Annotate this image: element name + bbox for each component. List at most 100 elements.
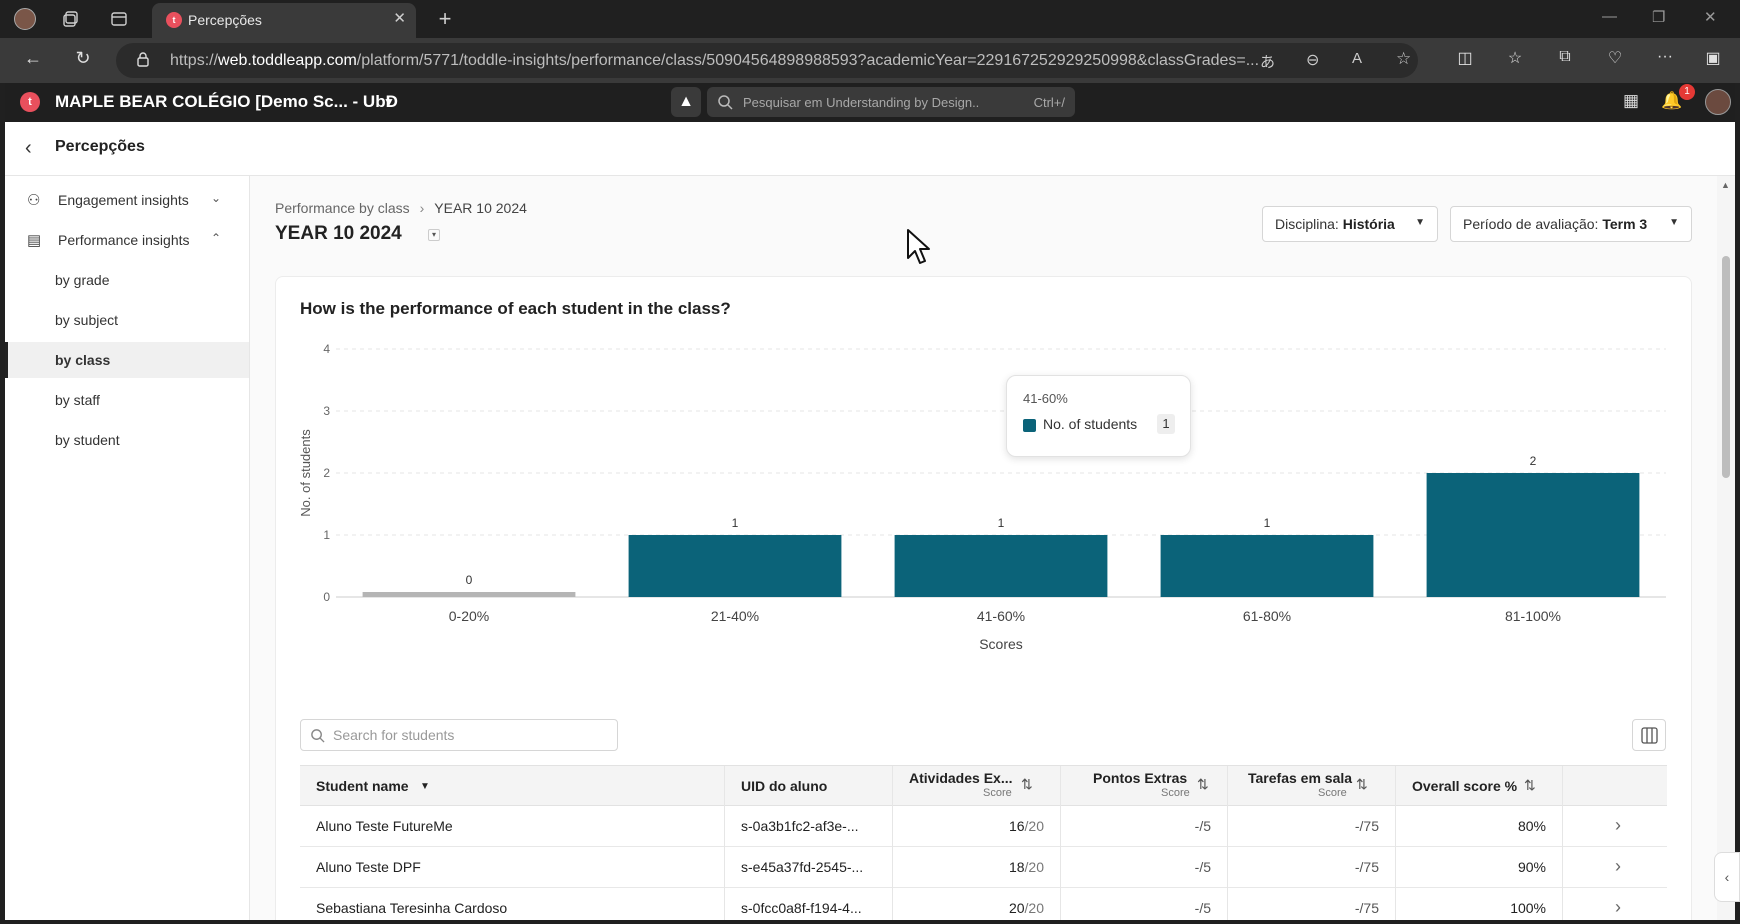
translate-icon[interactable]: あ bbox=[1260, 51, 1275, 72]
header-overall-score[interactable]: Overall score % ⇅ bbox=[1396, 766, 1563, 807]
table-row[interactable]: Sebastiana Teresinha Cardoso s-0fcc0a8f-… bbox=[300, 888, 1667, 920]
sort-icon[interactable]: ⇅ bbox=[1524, 777, 1536, 794]
collections-icon[interactable]: ⧉ bbox=[1552, 48, 1578, 66]
collapse-panel-button[interactable]: ‹ bbox=[1714, 852, 1740, 902]
chevron-right-icon[interactable]: › bbox=[1615, 856, 1621, 877]
header-label: Pontos Extras bbox=[1093, 770, 1188, 786]
cell-action[interactable]: › bbox=[1563, 847, 1667, 888]
header-label: Atividades Ex... bbox=[909, 770, 1013, 786]
sidebar-item-by-student[interactable]: by student bbox=[5, 422, 249, 458]
browser-window: t Percepções ✕ + — ❐ ✕ ← ↻ https://web.t… bbox=[0, 0, 1740, 924]
table-row[interactable]: Aluno Teste DPF s-e45a37fd-2545-... 18/2… bbox=[300, 847, 1667, 888]
cell-pontos-extras: -/5 bbox=[1061, 888, 1228, 920]
restore-icon[interactable]: ❐ bbox=[1652, 8, 1665, 26]
scroll-up-arrow-icon[interactable]: ▲ bbox=[1721, 180, 1730, 190]
student-uid: s-0a3b1fc2-af3e-... bbox=[741, 818, 859, 834]
browser-tab-active[interactable]: t Percepções ✕ bbox=[152, 3, 416, 38]
sidebar-group-performance[interactable]: ▤ Performance insights ⌃ bbox=[5, 222, 249, 258]
address-bar[interactable]: https://web.toddleapp.com/platform/5771/… bbox=[116, 43, 1418, 78]
class-title: YEAR 10 2024 bbox=[275, 223, 402, 244]
school-switcher[interactable]: MAPLE BEAR COLÉGIO [Demo Sc... - UbD bbox=[55, 92, 398, 112]
close-window-icon[interactable]: ✕ bbox=[1704, 8, 1717, 26]
header-student-name[interactable]: Student name ▼ bbox=[300, 766, 725, 807]
split-screen-icon[interactable]: ◫ bbox=[1452, 48, 1478, 68]
app-search-input[interactable]: Pesquisar em Understanding by Design.. C… bbox=[707, 87, 1075, 117]
sidebar-toggle-icon[interactable]: ▣ bbox=[1700, 48, 1726, 68]
scrollbar-thumb[interactable] bbox=[1722, 256, 1730, 478]
search-icon bbox=[311, 729, 325, 743]
sort-icon[interactable]: ⇅ bbox=[1021, 776, 1033, 793]
y-tick-label: 1 bbox=[323, 528, 330, 542]
page-scrollbar[interactable]: ▲ bbox=[1717, 176, 1735, 920]
header-atividades[interactable]: Atividades Ex... Score ⇅ bbox=[893, 766, 1061, 807]
caret-down-icon: ▼ bbox=[420, 781, 430, 792]
student-search-input[interactable]: Search for students bbox=[300, 719, 618, 751]
score-value: 18 bbox=[1008, 859, 1025, 875]
chevron-down-icon[interactable]: ▼ bbox=[383, 95, 395, 109]
breadcrumb-parent-link[interactable]: Performance by class bbox=[275, 200, 410, 216]
cell-student-name: Aluno Teste DPF bbox=[300, 847, 725, 888]
back-icon[interactable]: ← bbox=[20, 48, 46, 69]
period-filter-label: Período de avaliação: bbox=[1463, 216, 1599, 232]
header-label: Student name bbox=[316, 778, 409, 794]
cell-student-name: Aluno Teste FutureMe bbox=[300, 806, 725, 847]
score-max: /20 bbox=[1024, 859, 1044, 875]
zoom-out-icon[interactable]: ⊖ bbox=[1306, 50, 1319, 70]
profile-avatar-icon[interactable] bbox=[12, 6, 38, 32]
cell-action[interactable]: › bbox=[1563, 888, 1667, 920]
calendar-icon[interactable]: ▦ bbox=[1623, 91, 1639, 111]
sort-icon[interactable]: ⇅ bbox=[1197, 776, 1209, 793]
more-icon[interactable]: ··· bbox=[1652, 48, 1678, 66]
read-aloud-icon[interactable]: A bbox=[1352, 50, 1362, 67]
class-menu-icon[interactable]: ▾ bbox=[428, 229, 440, 241]
tooltip-header: 41-60% bbox=[1023, 391, 1068, 406]
overall-value: 100% bbox=[1510, 900, 1546, 916]
sidebar-item-by-subject[interactable]: by subject bbox=[5, 302, 249, 338]
y-axis-label: No. of students bbox=[298, 429, 313, 517]
cell-overall: 80% bbox=[1396, 806, 1563, 847]
student-name: Sebastiana Teresinha Cardoso bbox=[316, 900, 508, 916]
sidebar-group-engagement[interactable]: ⚇ Engagement insights ⌄ bbox=[5, 182, 249, 218]
sidebar-item-by-staff[interactable]: by staff bbox=[5, 382, 249, 418]
lock-icon[interactable] bbox=[136, 51, 150, 67]
new-tab-icon[interactable]: + bbox=[432, 6, 458, 32]
sidebar-item-label: by grade bbox=[55, 272, 110, 288]
header-label: Tarefas em sala bbox=[1248, 770, 1353, 786]
sidebar-item-by-class[interactable]: by class bbox=[5, 342, 249, 378]
url-text[interactable]: https://web.toddleapp.com/platform/5771/… bbox=[170, 52, 1370, 70]
favorite-star-icon[interactable]: ☆ bbox=[1396, 49, 1411, 69]
toddle-favicon-icon: t bbox=[166, 12, 182, 28]
workspaces-icon[interactable] bbox=[58, 6, 84, 32]
period-filter-dropdown[interactable]: Período de avaliação: Term 3 ▼ bbox=[1450, 206, 1692, 242]
favorites-icon[interactable]: ☆ bbox=[1502, 48, 1528, 68]
tab-actions-icon[interactable] bbox=[106, 6, 132, 32]
back-arrow-icon[interactable]: ‹ bbox=[25, 137, 32, 160]
period-filter-value: Term 3 bbox=[1602, 216, 1648, 232]
chevron-right-icon[interactable]: › bbox=[1615, 897, 1621, 918]
header-pontos-extras[interactable]: Pontos Extras Score ⇅ bbox=[1061, 766, 1228, 807]
header-tarefas-em-sala[interactable]: Tarefas em sala Score ⇅ bbox=[1228, 766, 1396, 807]
columns-toggle-button[interactable] bbox=[1632, 719, 1666, 751]
bar-value-label: 0 bbox=[466, 573, 473, 587]
cell-action[interactable]: › bbox=[1563, 806, 1667, 847]
tooltip-swatch bbox=[1023, 419, 1036, 432]
rocket-icon[interactable]: ▲ bbox=[671, 87, 701, 117]
table-row[interactable]: Aluno Teste FutureMe s-0a3b1fc2-af3e-...… bbox=[300, 806, 1667, 847]
minimize-icon[interactable]: — bbox=[1602, 8, 1617, 25]
browser-essentials-icon[interactable]: ♡ bbox=[1602, 48, 1628, 68]
search-icon bbox=[718, 95, 733, 110]
close-tab-icon[interactable]: ✕ bbox=[393, 9, 406, 27]
score-value: -/75 bbox=[1354, 900, 1379, 916]
score-max: /20 bbox=[1024, 900, 1044, 916]
toddle-logo-icon[interactable]: t bbox=[20, 92, 40, 112]
chevron-right-icon[interactable]: › bbox=[1615, 815, 1621, 836]
breadcrumb: Performance by class › YEAR 10 2024 bbox=[275, 200, 527, 216]
sidebar-item-by-grade[interactable]: by grade bbox=[5, 262, 249, 298]
refresh-icon[interactable]: ↻ bbox=[70, 48, 96, 69]
sort-icon[interactable]: ⇅ bbox=[1356, 776, 1368, 793]
score-value: -/5 bbox=[1194, 900, 1211, 916]
page-title: Percepções bbox=[55, 138, 145, 155]
user-avatar[interactable] bbox=[1705, 89, 1731, 115]
student-name: Aluno Teste DPF bbox=[316, 859, 421, 875]
subject-filter-dropdown[interactable]: Disciplina: História ▼ bbox=[1262, 206, 1438, 242]
